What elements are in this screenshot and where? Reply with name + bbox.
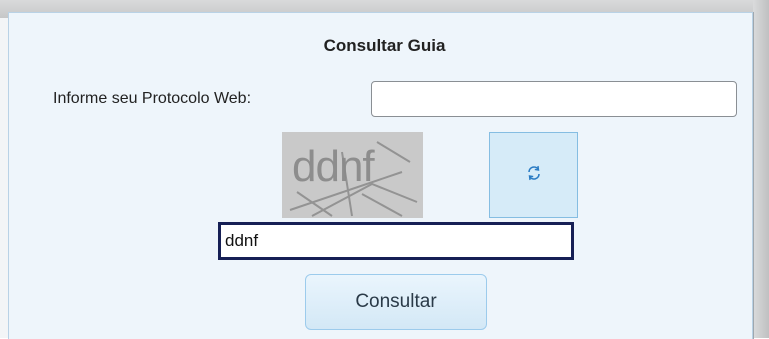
protocol-web-input[interactable] (371, 81, 737, 117)
captcha-refresh-button[interactable] (489, 132, 578, 218)
captcha-answer-input[interactable] (218, 222, 574, 260)
captcha-noise-lines (289, 141, 418, 217)
page-title: Consultar Guia (323, 36, 446, 55)
consultar-button[interactable]: Consultar (305, 274, 487, 330)
refresh-icon (526, 165, 542, 186)
protocol-label: Informe seu Protocolo Web: (53, 90, 252, 107)
captcha-image: ddnf (282, 132, 423, 218)
window-frame: Consultar Guia Informe seu Protocolo Web… (0, 0, 769, 339)
